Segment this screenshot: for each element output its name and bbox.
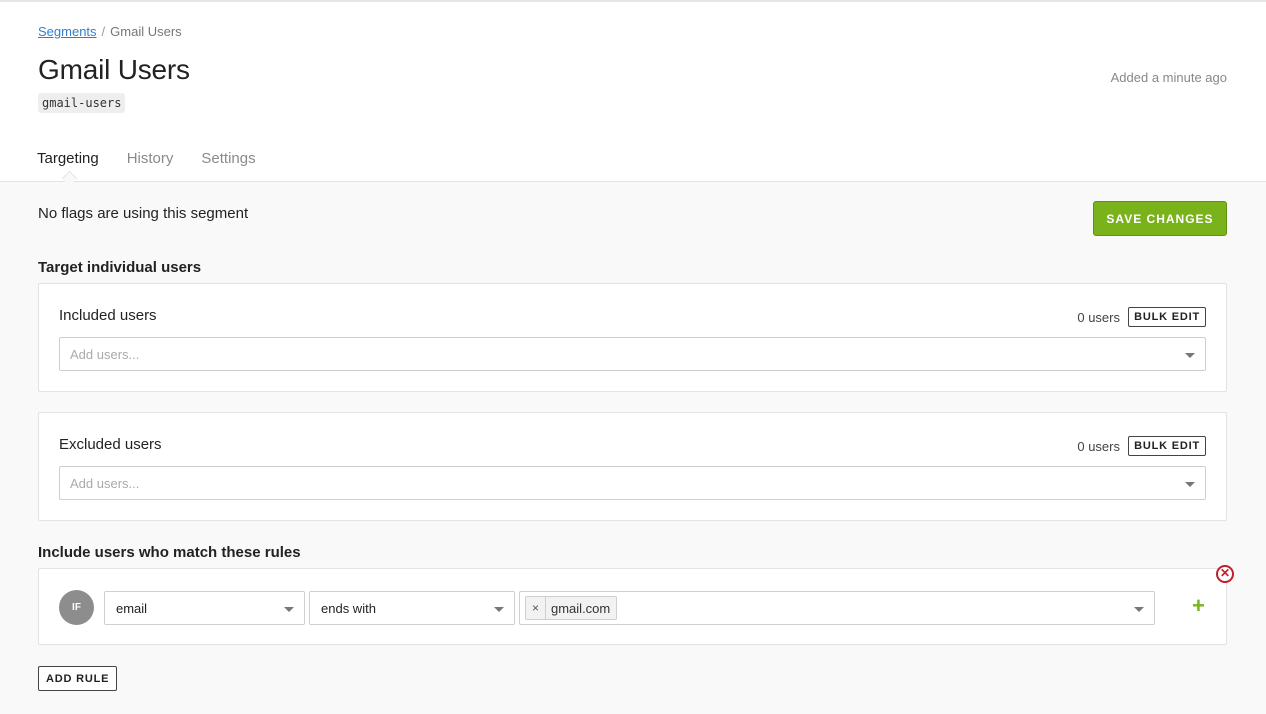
added-timestamp: Added a minute ago (1110, 70, 1227, 85)
breadcrumb-segments-link[interactable]: Segments (38, 24, 97, 39)
target-individual-heading: Target individual users (38, 259, 202, 276)
page-header: Segments / Gmail Users Gmail Users gmail-u… (0, 2, 1266, 182)
add-rule-button[interactable]: ADD RULE (38, 666, 118, 691)
included-users-count: 0 users (1077, 310, 1120, 325)
excluded-users-placeholder: Add users... (70, 476, 140, 491)
attribute-value: email (116, 601, 148, 616)
tab-settings[interactable]: Settings (201, 150, 255, 180)
excluded-bulk-edit-button[interactable]: BULK EDIT (1128, 436, 1206, 456)
save-changes-button[interactable]: SAVE CHANGES (1093, 201, 1227, 236)
tab-targeting[interactable]: Targeting (37, 150, 99, 180)
segment-key: gmail-users (38, 93, 126, 113)
tab-bar: Targeting History Settings (37, 150, 256, 180)
included-users-input[interactable]: Add users... (59, 337, 1206, 371)
page-title: Gmail Users (38, 54, 190, 85)
attribute-select[interactable]: email (104, 591, 305, 625)
tab-history[interactable]: History (127, 150, 174, 180)
excluded-users-input[interactable]: Add users... (59, 466, 1206, 500)
included-users-placeholder: Add users... (70, 347, 140, 362)
chevron-down-icon[interactable] (1185, 482, 1195, 487)
rules-heading: Include users who match these rules (38, 544, 301, 561)
excluded-users-card: Excluded users 0 users BULK EDIT Add use… (38, 412, 1227, 521)
breadcrumb-separator: / (101, 24, 106, 39)
operator-select[interactable]: ends with (309, 591, 515, 625)
chevron-down-icon[interactable] (1185, 353, 1195, 358)
included-bulk-edit-button[interactable]: BULK EDIT (1128, 307, 1206, 327)
chevron-down-icon (284, 607, 294, 612)
flags-notice: No flags are using this segment (38, 205, 249, 222)
excluded-users-label: Excluded users (59, 436, 162, 453)
operator-value: ends with (321, 601, 376, 616)
chevron-down-icon (494, 607, 504, 612)
rule-card: IF email ends with × gmail.com + ✕ (38, 565, 1234, 645)
if-badge: IF (59, 590, 94, 625)
included-users-label: Included users (59, 307, 157, 324)
tag-remove-icon[interactable]: × (526, 597, 546, 619)
breadcrumb-current: Gmail Users (110, 24, 182, 39)
plus-icon[interactable]: + (1192, 594, 1205, 618)
tag-label: gmail.com (551, 600, 611, 616)
value-tag: × gmail.com (525, 596, 618, 620)
included-users-card: Included users 0 users BULK EDIT Add use… (38, 283, 1227, 392)
remove-rule-icon[interactable]: ✕ (1216, 565, 1234, 583)
excluded-users-count: 0 users (1077, 439, 1120, 454)
chevron-down-icon (1134, 607, 1144, 612)
values-select[interactable]: × gmail.com (519, 591, 1155, 625)
breadcrumb: Segments / Gmail Users (38, 24, 182, 39)
